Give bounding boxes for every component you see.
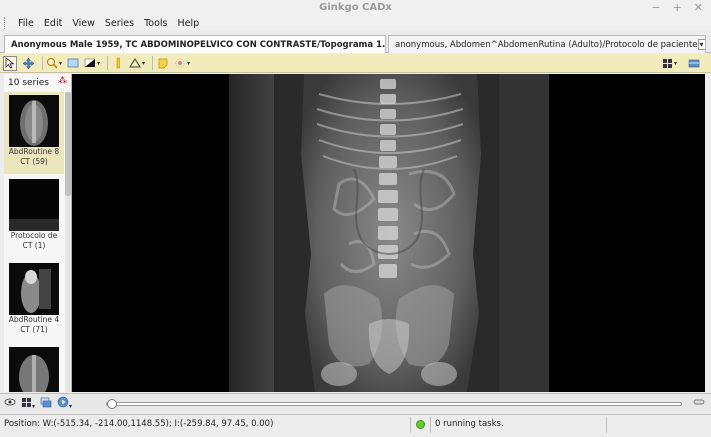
slice-slider[interactable] [106,399,682,409]
grid-layout-icon[interactable]: ▾ [21,397,35,411]
status-divider [430,417,431,433]
window-title: Ginkgo CADx [319,2,392,13]
status-divider [606,417,607,433]
tab-label: anonymous, Abdomen^AbdomenRutina (Adulto… [395,39,698,50]
toolbar-separator [42,56,43,70]
menu-edit[interactable]: Edit [39,18,67,29]
menu-series[interactable]: Series [100,18,139,29]
move-icon[interactable] [21,56,35,71]
angle-icon[interactable]: ▾ [129,56,145,71]
series-item[interactable]: AbdRoutine 8 CT (59) [4,92,64,174]
series-count: 10 series ⁂ [4,74,71,92]
series-sidebar: 10 series ⁂ AbdRoutine 8 CT (59) Protoco… [4,74,72,392]
running-tasks[interactable]: 0 running tasks. [435,419,504,429]
series-thumbnail [9,95,59,147]
toolbar-separator [107,56,109,70]
sidebar-scrollbar[interactable] [65,92,71,392]
maximize-button[interactable]: + [673,1,682,14]
tool-toolbar: ▾ ▾ ▾ ▾ ▾ [0,54,711,73]
slice-slider-knob[interactable] [107,399,117,409]
status-divider [410,417,411,433]
title-bar: Ginkgo CADx − + ✕ [0,0,711,16]
ruler-icon[interactable] [111,56,125,71]
pin-icon[interactable]: ⁂ [58,76,67,86]
series-count-label: 10 series [8,78,49,88]
series-thumbnail [9,179,59,231]
menu-tools[interactable]: Tools [139,18,172,29]
series-item[interactable] [4,344,64,392]
series-title: AbdRoutine 8 [8,147,60,156]
image-viewer[interactable] [72,74,705,392]
sidebar-scroll-thumb[interactable] [65,92,71,196]
note-icon[interactable] [156,56,170,71]
layout-grid-icon[interactable]: ▾ [662,56,677,71]
series-title: Protocolo de [10,231,58,240]
menu-grip [4,17,7,29]
series-item[interactable]: Protocolo de CT (1) [4,176,64,258]
series-sub: CT (71) [20,325,48,334]
menu-help[interactable]: Help [172,18,204,29]
tab-dropdown-icon[interactable]: ▾ [697,39,705,50]
tab-label: Anonymous Male 1959, TC ABDOMINOPELVICO … [11,39,386,50]
menu-bar: File Edit View Series Tools Help [0,16,711,30]
viewer-bottom-bar: ▾ ▾ [0,393,711,412]
tab-topograma[interactable]: Anonymous Male 1959, TC ABDOMINOPELVICO … [4,35,386,53]
series-sub: CT (59) [20,157,48,166]
tab-protocolo[interactable]: anonymous, Abdomen^AbdomenRutina (Adulto… [388,35,706,53]
ct-topogram-image [229,74,549,392]
eye-icon[interactable] [4,397,16,410]
menu-file[interactable]: File [13,18,39,29]
link-icon[interactable] [693,397,705,409]
task-status-icon [416,420,425,429]
close-button[interactable]: ✕ [694,1,703,14]
menu-view[interactable]: View [67,18,100,29]
sync-window-icon[interactable] [40,397,52,411]
cine-play-icon[interactable]: ▾ [57,396,72,411]
status-bar: Position: W:(-515.34, -214.00,1148.55); … [0,414,711,434]
series-thumbnail [9,347,59,392]
series-thumbnail [9,263,59,315]
window-level-icon[interactable] [66,56,80,71]
zoom-icon[interactable]: ▾ [46,56,62,71]
minimize-button[interactable]: − [651,1,660,14]
cursor-position: Position: W:(-515.34, -214.00,1148.55); … [4,419,274,429]
toolbar-separator [152,56,154,70]
tab-row: Anonymous Male 1959, TC ABDOMINOPELVICO … [0,33,711,53]
series-item[interactable]: AbdRoutine 4 CT (71) [4,260,64,342]
select-arrow-icon[interactable] [3,55,17,71]
series-title: AbdRoutine 4 [8,315,60,324]
marker-icon[interactable]: ▾ [174,56,190,71]
contrast-icon[interactable]: ▾ [84,56,100,71]
layout-menu-icon[interactable] [687,56,701,71]
series-sub: CT (1) [22,241,46,250]
